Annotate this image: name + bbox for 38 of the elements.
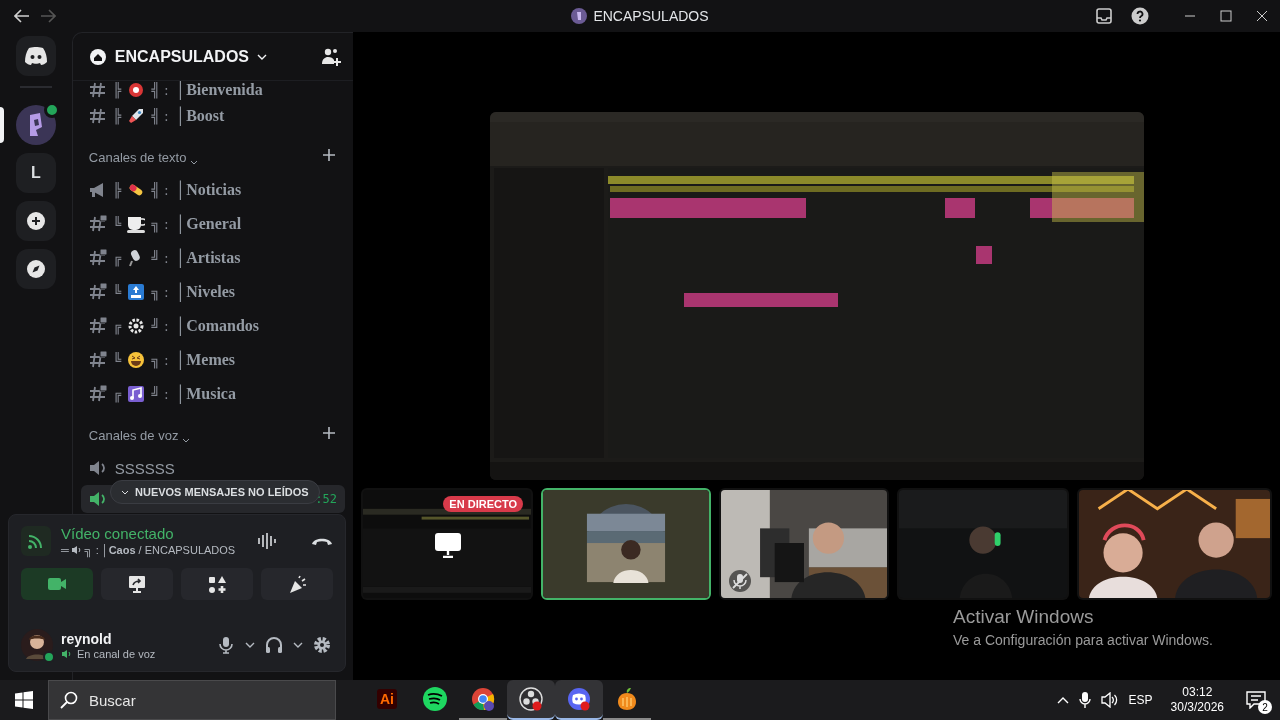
channel-decoration: ╚ <box>112 216 122 232</box>
live-badge: EN DIRECTO <box>443 496 523 512</box>
channel-decoration: ╝ : <box>151 386 169 402</box>
channel-decoration: ╝ : <box>151 250 169 266</box>
channel-decoration: ═ <box>61 544 69 556</box>
pill-label: NUEVOS MENSAJES NO LEÍDOS <box>135 486 309 498</box>
notification-count: 2 <box>1258 700 1272 714</box>
channel-name: │Niveles <box>174 283 236 301</box>
channel-name: │Noticias <box>174 181 242 199</box>
channel-decoration: ╝ : <box>151 318 169 334</box>
channel-decoration: ╣ : <box>151 182 169 198</box>
channel-name: │Musica <box>174 385 236 403</box>
channel-decoration: ╗ : <box>151 284 169 300</box>
channel-name: │General <box>174 215 242 233</box>
activation-title: Activar Windows <box>953 606 1095 628</box>
username: reynold <box>61 630 113 647</box>
channel-decoration: ╠ <box>112 108 122 124</box>
connection-status: Vídeo conectado <box>61 525 175 542</box>
channel-decoration: ╗ : <box>151 352 169 368</box>
channel-decoration: ╔ <box>112 250 122 266</box>
channel-decoration: ╔ <box>112 318 122 334</box>
channel-decoration: ╔ <box>112 386 122 402</box>
channel-name: │Artistas <box>174 249 241 267</box>
user-status: En canal de voz <box>77 647 156 660</box>
channel-decoration: ╣ : <box>151 82 169 98</box>
channel-decoration: ╚ <box>112 284 122 300</box>
channel-name: │Boost <box>174 107 225 125</box>
channel-decoration: ╠ <box>112 82 122 98</box>
channel-name: SSSSSS <box>114 459 175 477</box>
channel-decoration: ╗ : <box>151 216 169 232</box>
window-title: ENCAPSULADOS <box>593 8 709 24</box>
channel-decoration: ╚ <box>112 352 122 368</box>
channel-name: │Bienvenida <box>174 81 263 99</box>
channel-decoration: ╣ : <box>151 108 169 124</box>
activation-message: Ve a Configuración para activar Windows. <box>953 632 1213 648</box>
channel-decoration: ╠ <box>112 182 122 198</box>
channel-name: │Comandos <box>174 317 260 335</box>
channel-name: │Memes <box>174 351 236 369</box>
